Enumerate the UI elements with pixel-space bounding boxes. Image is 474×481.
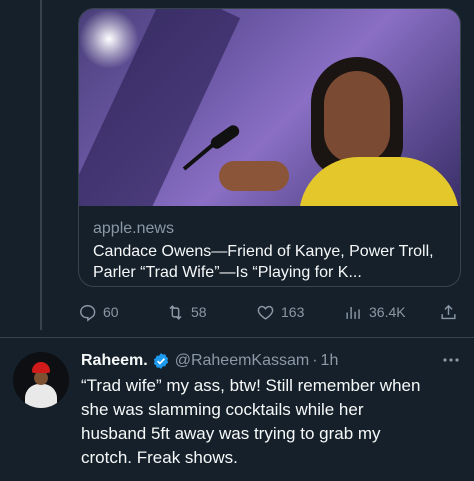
avatar[interactable] — [13, 352, 69, 408]
reply-text: “Trad wife” my ass, btw! Still remember … — [81, 376, 421, 467]
views-button[interactable]: 36.4K — [344, 300, 406, 324]
retweet-count: 58 — [191, 304, 207, 320]
separator-dot: · — [312, 352, 318, 369]
timestamp[interactable]: 1h — [321, 352, 339, 370]
author-handle[interactable]: @RaheemKassam — [175, 352, 310, 370]
like-icon — [257, 305, 274, 320]
card-title: Candace Owens—Friend of Kanye, Power Tro… — [93, 243, 434, 281]
retweet-icon — [169, 304, 182, 320]
card-domain: apple.news — [93, 220, 174, 237]
reply-button[interactable]: 60 — [78, 300, 119, 324]
link-preview-card[interactable]: apple.news Candace Owens—Friend of Kanye… — [78, 8, 461, 287]
views-count: 36.4K — [369, 304, 406, 320]
like-button[interactable]: 163 — [256, 300, 304, 324]
retweet-button[interactable]: 58 — [166, 300, 207, 324]
verified-badge-icon — [153, 353, 168, 369]
thread-line — [40, 0, 42, 330]
like-count: 163 — [281, 304, 305, 320]
card-meta: apple.news Candace Owens—Friend of Kanye… — [93, 219, 453, 283]
tweet-actions: 60 58 163 36.4K — [78, 300, 460, 324]
share-button[interactable] — [439, 300, 458, 324]
views-icon — [346, 306, 360, 319]
tweet-divider — [0, 337, 474, 338]
reply-count: 60 — [103, 304, 119, 320]
author-name[interactable]: Raheem. — [81, 352, 148, 370]
reply-icon — [80, 304, 96, 322]
more-icon[interactable] — [442, 350, 460, 370]
share-icon — [441, 304, 456, 319]
reply-header: Raheem. @RaheemKassam · 1h — [81, 350, 461, 372]
card-image — [79, 9, 460, 206]
